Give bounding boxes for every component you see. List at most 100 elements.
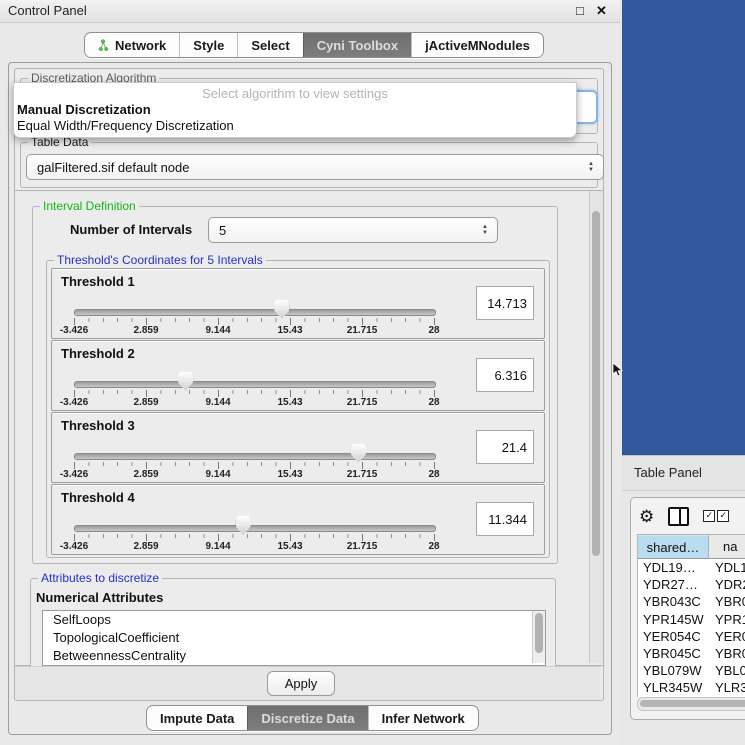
numerical-attributes-list: SelfLoopsTopologicalCoefficientBetweenne… xyxy=(42,610,546,666)
slider-thumb[interactable] xyxy=(351,444,366,463)
interval-definition-title: Interval Definition xyxy=(40,199,139,213)
scrollbar-thumb[interactable] xyxy=(592,211,600,556)
tick-label: 21.715 xyxy=(347,325,378,336)
tick-label: 15.43 xyxy=(277,541,302,552)
algorithm-option[interactable]: Manual Discretization xyxy=(14,102,576,118)
tick-label: 28 xyxy=(428,325,439,336)
slider-major-ticks xyxy=(74,390,436,397)
cell-shared-name: YBR043C xyxy=(638,594,709,609)
tab-label: Infer Network xyxy=(382,711,465,726)
algorithm-option[interactable]: Equal Width/Frequency Discretization xyxy=(14,118,576,134)
table-data-value: galFiltered.sif default node xyxy=(37,160,189,175)
node-table: shared… na YDL19…YDL1YDR27…YDR2YBR043CYB… xyxy=(637,534,745,697)
tick-label: -3.426 xyxy=(60,469,88,480)
spinner-arrows-icon: ▲▼ xyxy=(482,218,488,242)
threshold-label: Threshold 3 xyxy=(61,418,135,433)
tab-discretize-data[interactable]: Discretize Data xyxy=(247,706,367,730)
table-panel-header: Table Panel xyxy=(622,455,745,491)
tab-label: Network xyxy=(115,38,166,53)
tick-label: -3.426 xyxy=(60,397,88,408)
threshold-panel: Threshold 4-3.4262.8599.14415.4321.71528… xyxy=(51,484,545,555)
attribute-item[interactable]: BetweennessCentrality xyxy=(43,647,545,665)
tick-label: 9.144 xyxy=(205,541,230,552)
table-row[interactable]: YBL079WYBL0 xyxy=(638,662,745,679)
cell-name: YBR0 xyxy=(709,594,745,609)
tab-label: Impute Data xyxy=(160,711,234,726)
threshold-value-field[interactable]: 14.713 xyxy=(476,286,534,320)
threshold-slider[interactable]: -3.4262.8599.14415.4321.71528 xyxy=(74,439,434,477)
algorithm-placeholder-option[interactable]: Select algorithm to view settings xyxy=(14,85,576,102)
slider-track[interactable] xyxy=(74,453,436,460)
attribute-item[interactable]: TopologicalCoefficient xyxy=(43,629,545,647)
tick-label: 15.43 xyxy=(277,397,302,408)
slider-tick-labels: -3.4262.8599.14415.4321.71528 xyxy=(74,325,434,335)
cell-name: YBL0 xyxy=(709,663,745,678)
column-header-name[interactable]: na xyxy=(709,535,745,559)
threshold-value-field[interactable]: 6.316 xyxy=(476,358,534,392)
threshold-panel: Threshold 1-3.4262.8599.14415.4321.71528… xyxy=(51,268,545,339)
slider-thumb[interactable] xyxy=(274,300,289,319)
table-row[interactable]: YBR043CYBR0 xyxy=(638,593,745,610)
cell-shared-name: YDL19… xyxy=(638,560,709,575)
number-of-intervals-spinner[interactable]: 5 ▲▼ xyxy=(208,217,498,243)
numerical-attributes-label: Numerical Attributes xyxy=(36,590,163,605)
control-panel-title: Control Panel xyxy=(8,3,87,18)
table-horizontal-scrollbar[interactable] xyxy=(637,697,745,711)
select-columns-icon[interactable]: ✓ ✓ xyxy=(703,510,729,522)
table-row[interactable]: YER054CYER0 xyxy=(638,628,745,645)
checkbox-icon: ✓ xyxy=(717,510,729,522)
table-row[interactable]: YBR045CYBR0 xyxy=(638,645,745,662)
scrollbar-thumb[interactable] xyxy=(640,700,745,707)
tab-impute-data[interactable]: Impute Data xyxy=(147,706,247,730)
slider-track[interactable] xyxy=(74,381,436,388)
threshold-label: Threshold 4 xyxy=(61,490,135,505)
tick-label: 9.144 xyxy=(205,469,230,480)
scrollbar-thumb[interactable] xyxy=(535,613,543,653)
table-row[interactable]: YDL19…YDL1 xyxy=(638,559,745,576)
control-panel: Control Panel □ ✕ Network Style SelectCyni… xyxy=(0,0,620,745)
table-rows: YDL19…YDL1YDR27…YDR2YBR043CYBR0YPR145WYP… xyxy=(638,559,745,697)
tick-label: 28 xyxy=(428,397,439,408)
table-row[interactable]: YLR345WYLR3 xyxy=(638,679,745,696)
tick-label: 21.715 xyxy=(347,469,378,480)
gear-icon[interactable]: ⚙ xyxy=(639,508,654,525)
network-icon xyxy=(98,39,109,52)
slider-track[interactable] xyxy=(74,525,436,532)
attribute-item[interactable]: SelfLoops xyxy=(43,611,545,629)
tab-select[interactable]: Select xyxy=(237,33,302,57)
table-row[interactable]: YDR27…YDR2 xyxy=(638,576,745,593)
apply-button[interactable]: Apply xyxy=(267,671,335,696)
threshold-slider[interactable]: -3.4262.8599.14415.4321.71528 xyxy=(74,367,434,405)
tab-jactivemnodules[interactable]: jActiveMNodules xyxy=(411,33,543,57)
tab-label: Style xyxy=(193,38,224,53)
table-row[interactable]: YPR145WYPR1 xyxy=(638,611,745,628)
cell-shared-name: YPR145W xyxy=(638,612,709,627)
slider-tick-labels: -3.4262.8599.14415.4321.71528 xyxy=(74,469,434,479)
tab-label: jActiveMNodules xyxy=(425,38,530,53)
column-header-shared-name[interactable]: shared… xyxy=(638,535,709,559)
tick-label: 15.43 xyxy=(277,325,302,336)
threshold-slider[interactable]: -3.4262.8599.14415.4321.71528 xyxy=(74,511,434,549)
threshold-slider[interactable]: -3.4262.8599.14415.4321.71528 xyxy=(74,295,434,333)
settings-vertical-scrollbar[interactable] xyxy=(589,191,603,663)
split-columns-icon[interactable] xyxy=(668,507,689,526)
network-window: GAL80GACGAL11GAL4GCY1HHAP2 xyxy=(622,0,745,455)
close-panel-icon[interactable]: ✕ xyxy=(596,3,607,19)
cell-shared-name: YBR045C xyxy=(638,646,709,661)
tick-label: 28 xyxy=(428,469,439,480)
tab-cyni-toolbox[interactable]: Cyni Toolbox xyxy=(303,33,411,57)
threshold-value-field[interactable]: 21.4 xyxy=(476,430,534,464)
attributes-scrollbar[interactable] xyxy=(532,611,545,663)
slider-thumb[interactable] xyxy=(236,516,251,535)
slider-track[interactable] xyxy=(74,309,436,316)
tab-network[interactable]: Network xyxy=(85,33,179,57)
number-of-intervals-value: 5 xyxy=(219,223,226,238)
tab-style[interactable]: Style xyxy=(179,33,237,57)
cell-shared-name: YLR345W xyxy=(638,680,709,695)
slider-major-ticks xyxy=(74,462,436,469)
tab-infer-network[interactable]: Infer Network xyxy=(368,706,478,730)
float-window-icon[interactable]: □ xyxy=(576,3,584,18)
table-data-combobox[interactable]: galFiltered.sif default node ▲▼ xyxy=(26,154,604,180)
slider-thumb[interactable] xyxy=(178,372,193,391)
threshold-value-field[interactable]: 11.344 xyxy=(476,502,534,536)
